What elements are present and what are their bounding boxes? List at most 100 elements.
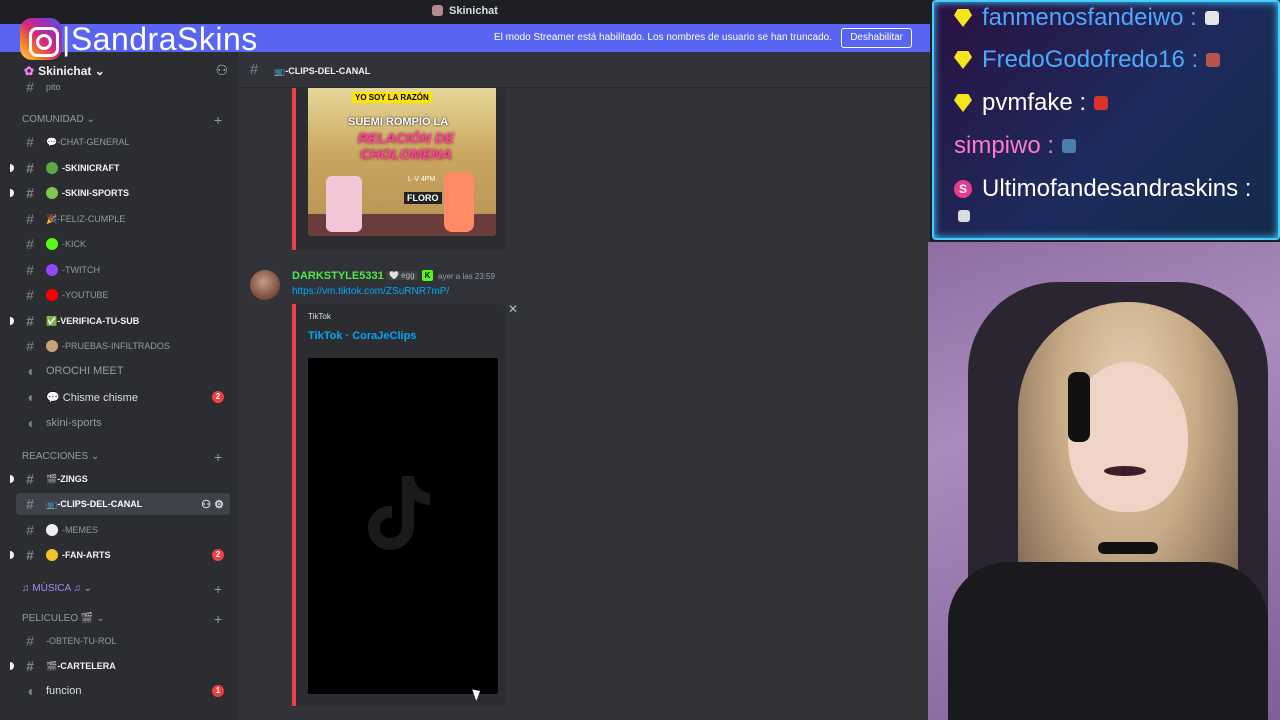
channel-twitch[interactable]: # -TWITCH xyxy=(16,259,230,281)
hash-icon: # xyxy=(26,338,34,354)
voice-channel-orochi-meet[interactable]: ◖ OROCHI MEET xyxy=(16,360,230,382)
channel-fan-arts[interactable]: # -FAN-ARTS 2 xyxy=(16,544,230,566)
channel-skini-sports[interactable]: # -SKINI-SPORTS xyxy=(16,182,230,204)
hash-icon: # xyxy=(26,236,34,252)
speaker-icon: ◖ xyxy=(25,415,35,431)
channel-pruebas-infiltrados[interactable]: # -PRUEBAS-INFILTRADOS xyxy=(16,335,230,357)
channel-header: # 📺-CLIPS-DEL-CANAL xyxy=(238,52,930,88)
message-timestamp: ayer a las 23:59 xyxy=(438,272,495,281)
youtube-icon xyxy=(46,289,58,301)
kick-icon xyxy=(46,238,58,250)
channel-pito[interactable]: # pito xyxy=(16,79,230,95)
unread-indicator xyxy=(10,189,14,197)
meme-face-icon xyxy=(46,524,58,536)
message: DARKSTYLE5331 🤍 egg K ayer a las 23:59 h… xyxy=(238,264,930,720)
hash-icon: # xyxy=(26,287,34,303)
add-channel-icon[interactable]: + xyxy=(214,611,222,627)
twitch-icon xyxy=(46,264,58,276)
discord-window: Skinichat El modo Streamer está habilita… xyxy=(0,0,930,720)
add-channel-icon[interactable]: + xyxy=(214,581,222,597)
voice-channel-chisme[interactable]: ◖ 💬 Chisme chisme 2 xyxy=(16,386,230,408)
embed-title[interactable]: TikTok · CoraJeClips xyxy=(308,330,416,342)
channel-settings-icon[interactable]: ⚇ ⚙ xyxy=(201,498,224,511)
add-channel-icon[interactable]: + xyxy=(214,449,222,465)
channel-zings[interactable]: # 🎬-ZINGS xyxy=(16,468,230,490)
hash-icon: # xyxy=(26,313,34,329)
channel-youtube[interactable]: # -YOUTUBE xyxy=(16,284,230,306)
hash-icon: # xyxy=(26,633,34,649)
category-peliculeo[interactable]: PELICULEO 🎬 ⌄ xyxy=(22,613,105,624)
channel-memes[interactable]: # -MEMES xyxy=(16,519,230,541)
unread-indicator xyxy=(10,164,14,172)
hash-icon: # xyxy=(26,471,34,487)
add-channel-icon[interactable]: + xyxy=(214,112,222,128)
webcam-feed xyxy=(928,242,1280,720)
unread-indicator xyxy=(10,551,14,559)
channel-kick[interactable]: # -KICK xyxy=(16,233,230,255)
emote-icon xyxy=(958,210,970,222)
flower-icon: ✿ xyxy=(24,64,35,78)
hash-icon: # xyxy=(26,160,34,176)
message-author[interactable]: DARKSTYLE5331 xyxy=(292,270,384,282)
emote-icon xyxy=(1204,11,1219,25)
channel-sidebar: ✿ Skinichat ⌄ ⚇ # pito COMUNIDAD ⌄ + # 💬-CH… xyxy=(0,52,238,720)
hash-icon: # xyxy=(26,658,34,674)
hash-icon: # xyxy=(250,61,259,78)
screen: Skinichat El modo Streamer está habilita… xyxy=(0,0,1280,720)
channel-skinicraft[interactable]: # -SKINICRAFT xyxy=(16,157,230,179)
video-thumbnail[interactable]: YO SOY LA RAZÓN SUEMI ROMPIÓ LA RELACIÓN… xyxy=(308,88,496,236)
avatar[interactable] xyxy=(250,270,280,300)
stream-brand-overlay: |SandraSkins xyxy=(0,16,258,62)
tiktok-icon xyxy=(368,476,430,550)
close-icon[interactable]: ✕ xyxy=(508,302,518,316)
voice-channel-funcion[interactable]: ◖ funcion 1 xyxy=(16,680,230,702)
category-reacciones[interactable]: REACCIONES ⌄ xyxy=(22,451,99,462)
hash-icon: # xyxy=(26,547,34,563)
stream-chat-line: simpiwo : xyxy=(954,132,1077,160)
s-badge-icon: S xyxy=(954,180,972,198)
hash-icon: # xyxy=(26,496,34,512)
channel-feliz-cumple[interactable]: # 🎉-FELIZ-CUMPLE xyxy=(16,208,230,230)
stream-chat-line: fanmenosfandeiwo : xyxy=(954,4,1219,32)
embed-provider: TikTok xyxy=(308,312,331,321)
category-comunidad[interactable]: COMUNIDAD ⌄ xyxy=(22,114,95,125)
message-link[interactable]: https://vm.tiktok.com/ZSuRNR7mP/ xyxy=(292,286,449,297)
unread-badge: 2 xyxy=(212,391,224,403)
speaker-icon: ◖ xyxy=(25,389,35,405)
video-player[interactable] xyxy=(308,358,498,694)
emote-icon xyxy=(1206,53,1221,67)
speaker-icon: ◖ xyxy=(25,683,35,699)
add-member-icon[interactable]: ⚇ xyxy=(215,62,228,79)
unread-indicator xyxy=(10,317,14,325)
channel-verifica-tu-sub[interactable]: # ✅-VERIFICA-TU-SUB xyxy=(16,310,230,332)
cup-image xyxy=(444,172,474,232)
image-embed: YO SOY LA RAZÓN SUEMI ROMPIÓ LA RELACIÓN… xyxy=(292,88,506,250)
detective-icon xyxy=(46,340,58,352)
link-embed: TikTok TikTok · CoraJeClips xyxy=(292,304,506,706)
server-tag: 🤍 egg xyxy=(386,271,418,280)
hash-icon: # xyxy=(26,79,34,95)
emote-icon xyxy=(1062,139,1077,153)
streamer-mode-message: El modo Streamer está habilitado. Los no… xyxy=(494,32,832,43)
hash-icon: # xyxy=(26,211,34,227)
channel-clips-del-canal[interactable]: # 📺-CLIPS-DEL-CANAL ⚇ ⚙ xyxy=(16,493,230,515)
channel-header-name: 📺-CLIPS-DEL-CANAL xyxy=(274,66,371,76)
category-musica[interactable]: ♫ MÚSICA ♫ ⌄ xyxy=(22,583,92,594)
unread-indicator xyxy=(10,662,14,670)
chevron-down-icon: ⌄ xyxy=(94,64,105,78)
unread-indicator xyxy=(10,475,14,483)
voice-channel-skini-sports[interactable]: ◖ skini-sports xyxy=(16,412,230,434)
channel-obten-tu-rol[interactable]: # -OBTEN-TU-ROL xyxy=(16,630,230,652)
channel-cartelera[interactable]: # 🎬-CARTELERA xyxy=(16,655,230,677)
unread-badge: 1 xyxy=(212,685,224,697)
speaker-icon: ◖ xyxy=(25,363,35,379)
channel-chat-general[interactable]: # 💬-CHAT-GENERAL xyxy=(16,131,230,153)
cup-image xyxy=(326,176,362,232)
emote-icon xyxy=(1094,96,1109,110)
kick-icon: K xyxy=(422,270,433,281)
disable-streamer-mode-button[interactable]: Deshabilitar xyxy=(841,28,912,48)
stream-chat-overlay: fanmenosfandeiwo : FredoGodofredo16 : pv… xyxy=(932,0,1280,240)
window-title: Skinichat xyxy=(449,5,498,17)
gem-icon xyxy=(954,94,972,112)
creeper-icon xyxy=(46,162,58,174)
